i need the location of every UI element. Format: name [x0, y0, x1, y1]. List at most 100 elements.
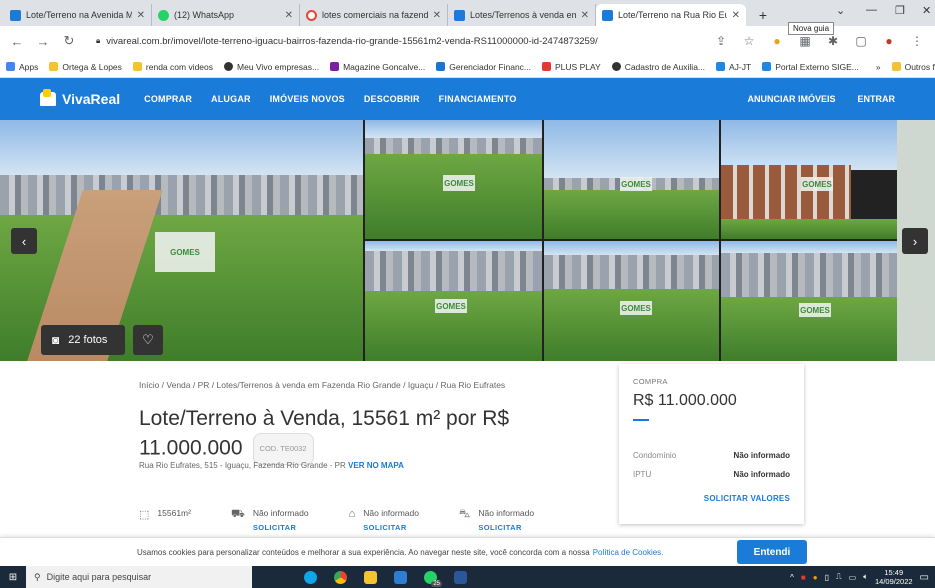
- tab-title: Lote/Terreno na Avenida Mato: [26, 10, 132, 20]
- bookmark-label: Ortega & Lopes: [62, 61, 122, 72]
- browser-tab-active[interactable]: Lote/Terreno na Rua Rio Eufrat ✕: [596, 4, 746, 26]
- bookmark-item[interactable]: PLUS PLAY: [542, 62, 601, 72]
- maximize-icon[interactable]: ❐: [895, 4, 905, 17]
- gallery-photo[interactable]: GOMES: [721, 120, 897, 239]
- bookmark-item[interactable]: Portal Externo SIGE...: [762, 62, 859, 72]
- request-values-link[interactable]: SOLICITAR VALORES: [633, 494, 790, 503]
- bookmark-item[interactable]: Gerenciador Financ...: [436, 62, 531, 72]
- browser-tab[interactable]: Lotes/Terrenos à venda em Faz ✕: [448, 4, 596, 26]
- close-window-icon[interactable]: ✕: [922, 4, 931, 17]
- edge-app-icon[interactable]: [298, 566, 322, 588]
- request-link[interactable]: SOLICITAR: [253, 523, 309, 532]
- bookmark-item[interactable]: Magazine Goncalve...: [330, 62, 425, 72]
- bookmarks-bar: Apps Ortega & Lopes renda com videos Meu…: [0, 56, 935, 78]
- browser-tab[interactable]: lotes comerciais na fazenda rio ✕: [300, 4, 448, 26]
- nav-comprar[interactable]: COMPRAR: [144, 94, 192, 104]
- word-app-icon[interactable]: [448, 566, 472, 588]
- close-tab-icon[interactable]: ✕: [581, 10, 589, 21]
- profile-avatar-icon[interactable]: ●: [881, 34, 897, 48]
- close-tab-icon[interactable]: ✕: [285, 10, 293, 21]
- gallery-photo[interactable]: GOMES: [721, 241, 897, 361]
- bookmark-label: Portal Externo SIGE...: [775, 61, 859, 72]
- tab-search-chevron-icon[interactable]: ⌄: [836, 4, 845, 17]
- reload-icon[interactable]: ↻: [62, 33, 76, 49]
- folder-icon: [49, 62, 59, 71]
- whatsapp-app-icon[interactable]: 25: [418, 566, 442, 588]
- bookmark-item[interactable]: AJ-JT: [716, 62, 751, 72]
- browser-menu-icon[interactable]: ⋮: [909, 34, 925, 48]
- lock-icon: 🔒︎: [96, 36, 101, 45]
- bookmark-item[interactable]: Apps: [6, 62, 38, 72]
- nav-entrar[interactable]: ENTRAR: [858, 94, 896, 104]
- tray-app-icon[interactable]: ■: [801, 573, 806, 582]
- bookmark-star-icon[interactable]: ☆: [741, 34, 757, 48]
- clock-time: 15:49: [884, 568, 904, 577]
- back-icon[interactable]: ←: [10, 34, 24, 49]
- display-icon[interactable]: ▭: [849, 573, 857, 582]
- bookmark-item[interactable]: Cadastro de Auxilia...: [611, 62, 705, 72]
- gallery-photo[interactable]: GOMES: [365, 241, 542, 361]
- gallery-photo[interactable]: GOMES: [365, 120, 542, 239]
- browser-tab[interactable]: (12) WhatsApp ✕: [152, 4, 300, 26]
- chrome-app-icon[interactable]: [328, 566, 352, 588]
- network-icon[interactable]: ⎍: [836, 572, 842, 582]
- folder-icon: [891, 62, 901, 71]
- camera-icon: ◙: [52, 333, 60, 347]
- iptu-row: IPTU Não informado: [633, 470, 790, 479]
- file-explorer-icon[interactable]: [358, 566, 382, 588]
- gomes-sign: GOMES: [443, 175, 475, 191]
- favorite-button[interactable]: ♡: [133, 325, 163, 355]
- tray-app-icon[interactable]: ●: [813, 573, 818, 582]
- nav-anunciar-imoveis[interactable]: ANUNCIAR IMÓVEIS: [747, 94, 835, 104]
- new-tab-tooltip: Nova guia: [788, 22, 835, 35]
- photo-count-button[interactable]: ◙ 22 fotos: [41, 325, 125, 355]
- extensions-puzzle-icon[interactable]: ✱: [825, 34, 841, 48]
- battery-icon[interactable]: ▯: [825, 573, 829, 582]
- volume-icon[interactable]: 🔈︎: [863, 572, 868, 582]
- sidebar-icon[interactable]: ▢: [853, 34, 869, 48]
- bookmarks-overflow[interactable]: »: [876, 62, 881, 72]
- vivareal-logo[interactable]: VivaReal: [40, 89, 120, 107]
- cookie-text: Usamos cookies para personalizar conteúd…: [137, 547, 590, 557]
- cookie-policy-link[interactable]: Política de Cookies.: [593, 548, 664, 557]
- vivareal-favicon-icon: [454, 9, 465, 21]
- taskbar-search-box[interactable]: ⚲ Digite aqui para pesquisar: [26, 566, 252, 588]
- taskbar-clock[interactable]: 15:49 14/09/2022: [875, 568, 913, 586]
- accept-cookies-button[interactable]: Entendi: [737, 540, 807, 564]
- request-link[interactable]: SOLICITAR: [478, 523, 534, 532]
- bookmark-item[interactable]: Meu Vivo empresas...: [224, 62, 319, 72]
- nav-descobrir[interactable]: DESCOBRIR: [364, 94, 420, 104]
- view-map-link[interactable]: VER NO MAPA: [348, 461, 404, 470]
- tray-chevron-icon[interactable]: ^: [790, 573, 794, 582]
- extension-icon[interactable]: ●: [769, 34, 785, 48]
- nav-alugar[interactable]: ALUGAR: [211, 94, 251, 104]
- notifications-icon[interactable]: ▭: [920, 572, 929, 583]
- close-tab-icon[interactable]: ✕: [137, 10, 145, 21]
- bookmark-label: Magazine Goncalve...: [343, 61, 426, 72]
- forward-icon[interactable]: →: [36, 34, 50, 49]
- share-icon[interactable]: ⇪: [713, 34, 729, 48]
- gallery-photo[interactable]: GOMES: [544, 241, 719, 361]
- breadcrumb[interactable]: Início / Venda / PR / Lotes/Terrenos à v…: [139, 380, 505, 390]
- windows-start-icon[interactable]: ⊞: [0, 566, 26, 588]
- bookmark-item[interactable]: Ortega & Lopes: [49, 62, 122, 72]
- browser-tab[interactable]: Lote/Terreno na Avenida Mato ✕: [4, 4, 152, 26]
- gallery-photo[interactable]: GOMES: [544, 120, 719, 239]
- gallery-prev-button[interactable]: ‹: [11, 228, 37, 254]
- store-app-icon[interactable]: [388, 566, 412, 588]
- nav-financiamento[interactable]: FINANCIAMENTO: [439, 94, 517, 104]
- close-tab-icon[interactable]: ✕: [433, 10, 441, 21]
- nav-imoveis-novos[interactable]: IMÓVEIS NOVOS: [270, 94, 345, 104]
- extension-icon[interactable]: ▦: [797, 34, 813, 48]
- minimize-icon[interactable]: —: [866, 4, 877, 16]
- gallery-next-button[interactable]: ›: [902, 228, 928, 254]
- close-tab-icon[interactable]: ✕: [732, 10, 740, 21]
- tab-title: Lotes/Terrenos à venda em Faz: [470, 10, 576, 20]
- new-tab-button[interactable]: +: [752, 4, 774, 26]
- fee-value: Não informado: [733, 470, 790, 479]
- other-bookmarks[interactable]: Outros favoritos: [891, 62, 935, 72]
- address-bar[interactable]: 🔒︎ vivareal.com.br/imovel/lote-terreno-i…: [88, 30, 701, 52]
- bookmark-item[interactable]: renda com videos: [132, 62, 213, 72]
- request-link[interactable]: SOLICITAR: [363, 523, 419, 532]
- price-card: COMPRA R$ 11.000.000 Condomínio Não infor…: [619, 364, 804, 524]
